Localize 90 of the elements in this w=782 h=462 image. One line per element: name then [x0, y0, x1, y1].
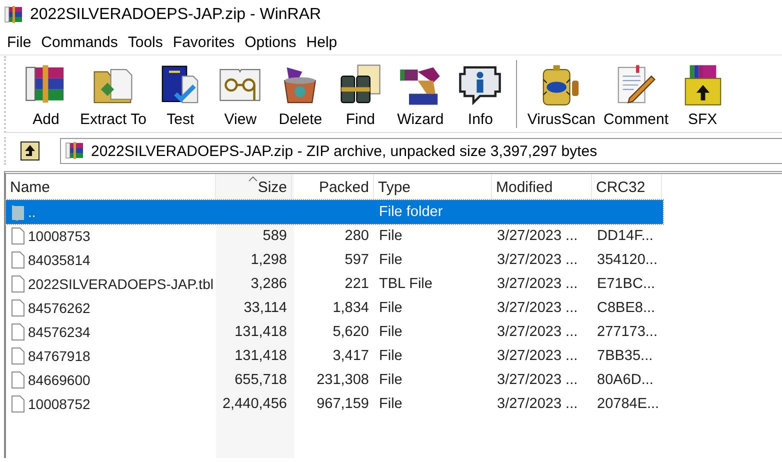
table-cell: 84767918: [28, 348, 90, 364]
table-cell: 3/27/2023 ...: [497, 372, 578, 388]
table-cell: 221: [344, 276, 369, 292]
table-cell: 131,418: [234, 348, 287, 364]
table-cell: 589: [262, 228, 287, 244]
table-cell: 3/27/2023 ...: [497, 276, 578, 292]
file-row[interactable]: 84035814 1,298 597 File 3/27/2023 ... 354120...: [6, 248, 782, 272]
menu-item[interactable]: Tools: [122, 34, 168, 50]
toolbar-button[interactable]: Add: [16, 56, 76, 132]
menu-item[interactable]: File: [2, 34, 36, 50]
table-cell: 277173...: [597, 324, 658, 340]
toolbar-button[interactable]: SFX: [672, 56, 733, 132]
table-cell: 2,440,456: [222, 396, 287, 412]
table-cell: 10008753: [28, 228, 90, 244]
table-cell: 2022SILVERADOEPS-JAP.tbl: [28, 276, 214, 292]
menu-item[interactable]: Options: [240, 34, 302, 50]
table-cell: File: [379, 300, 402, 316]
table-cell: File: [379, 324, 402, 340]
table-cell: 3/27/2023 ...: [497, 300, 578, 316]
table-cell: DD14F...: [597, 228, 654, 244]
table-cell: 3/27/2023 ...: [497, 396, 578, 412]
table-cell: ..: [28, 204, 36, 220]
table-cell: 131,418: [234, 324, 287, 340]
folder-icon: [11, 203, 25, 221]
file-icon: [11, 251, 25, 269]
file-row[interactable]: 10008752 2,440,456 967,159 File 3/27/2023 ... 20784E...: [6, 392, 782, 416]
file-icon: [11, 275, 25, 293]
table-cell: 3/27/2023 ...: [497, 252, 578, 268]
file-row[interactable]: 10008753 589 280 File 3/27/2023 ... DD14F...: [6, 224, 782, 248]
table-cell: 10008752: [28, 396, 90, 412]
file-icon: [11, 299, 25, 317]
table-cell: File: [379, 372, 402, 388]
table-cell: 84669600: [28, 372, 90, 388]
table-cell: File: [379, 396, 402, 412]
table-cell: 3,286: [250, 276, 287, 292]
table-cell: 354120...: [597, 252, 658, 268]
file-row[interactable]: 84767918 131,418 3,417 File 3/27/2023 ... 7BB35...: [6, 344, 782, 368]
table-cell: 1,834: [332, 300, 369, 316]
window-title: 2022SILVERADOEPS-JAP.zip - WinRAR: [30, 6, 322, 24]
app-icon: [4, 5, 24, 25]
table-cell: File: [379, 348, 402, 364]
table-cell: 84035814: [28, 252, 90, 268]
file-row[interactable]: 2022SILVERADOEPS-JAP.tbl 3,286 221 TBL File 3/27/2023 ... E71BC...: [6, 272, 782, 296]
toolbar-button[interactable]: View: [210, 56, 270, 132]
table-cell: C8BE8...: [597, 300, 656, 316]
books-icon: [65, 141, 85, 161]
table-cell: E71BC...: [597, 276, 656, 292]
file-row[interactable]: .. File folder: [6, 200, 663, 224]
table-cell: TBL File: [379, 276, 432, 292]
toolbar-button[interactable]: Wizard: [390, 56, 450, 132]
menu-item[interactable]: Commands: [36, 34, 123, 50]
table-cell: File: [379, 228, 402, 244]
table-cell: File folder: [379, 204, 443, 220]
table-cell: 655,718: [234, 372, 287, 388]
file-icon: [11, 371, 25, 389]
table-cell: 967,159: [316, 396, 369, 412]
file-row[interactable]: 84576234 131,418 5,620 File 3/27/2023 ... 277173...: [6, 320, 782, 344]
table-cell: 597: [344, 252, 369, 268]
toolbar-button[interactable]: Info: [450, 56, 510, 132]
toolbar-button[interactable]: Test: [150, 56, 210, 132]
toolbar-button[interactable]: Comment: [600, 56, 673, 132]
file-icon: [11, 395, 25, 413]
table-cell: File: [379, 252, 402, 268]
table-cell: 231,308: [316, 372, 369, 388]
table-cell: 20784E...: [597, 396, 660, 412]
file-row[interactable]: 84669600 655,718 231,308 File 3/27/2023 ... 80A6D...: [6, 368, 782, 392]
toolbar-button[interactable]: Extract To: [76, 56, 150, 132]
file-icon: [11, 347, 25, 365]
table-cell: 1,298: [250, 252, 287, 268]
toolbar-button[interactable]: Delete: [270, 56, 330, 132]
menu-item[interactable]: Help: [301, 34, 342, 50]
table-cell: 84576262: [28, 300, 90, 316]
table-cell: 7BB35...: [597, 348, 653, 364]
toolbar-button[interactable]: VirusScan: [523, 56, 600, 132]
table-cell: 280: [344, 228, 369, 244]
table-cell: 33,114: [244, 300, 287, 316]
table-cell: 80A6D...: [597, 372, 654, 388]
table-cell: 3/27/2023 ...: [497, 228, 578, 244]
address-field[interactable]: 2022SILVERADOEPS-JAP.zip - ZIP archive, unpacked size 3,397,297 bytes: [60, 138, 782, 164]
file-icon: [11, 323, 25, 341]
table-cell: 84576234: [28, 324, 90, 340]
file-row[interactable]: 84576262 33,114 1,834 File 3/27/2023 ... C8BE8...: [6, 296, 782, 320]
table-cell: 3/27/2023 ...: [497, 324, 578, 340]
up-folder-button[interactable]: [18, 140, 42, 162]
toolbar-button[interactable]: Find: [330, 56, 390, 132]
table-cell: 3,417: [332, 348, 369, 364]
menu-item[interactable]: Favorites: [168, 34, 240, 50]
table-cell: 3/27/2023 ...: [497, 348, 578, 364]
file-icon: [11, 227, 25, 245]
table-cell: 5,620: [332, 324, 369, 340]
